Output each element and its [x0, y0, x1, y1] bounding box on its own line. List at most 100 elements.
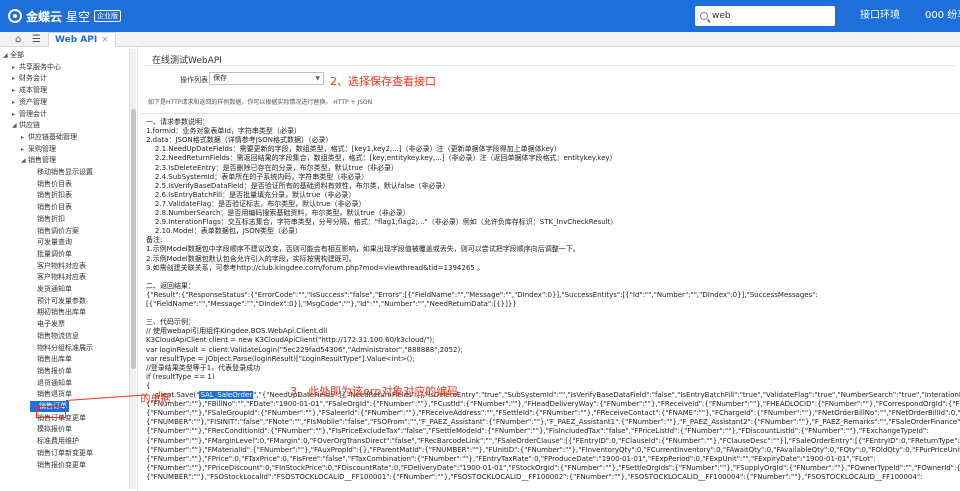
sidebar-item[interactable]: 电子发票	[30, 319, 65, 330]
doc-line: 二、返回结果：	[146, 281, 195, 290]
operation-select[interactable]: 保存 ▼	[209, 72, 324, 85]
tree-arrow-icon[interactable]: ▸	[12, 73, 19, 84]
sidebar-item[interactable]: 销售报价变更单	[30, 460, 86, 471]
sidebar-item[interactable]: 发货通知单	[30, 284, 72, 295]
sidebar-item-label: 标准费用维护	[37, 437, 79, 446]
sidebar-item[interactable]: 销售退货单	[30, 389, 72, 400]
doc-line: {"Result":{"ResponseStatus":{"ErrorCode"…	[146, 290, 818, 299]
sidebar-item[interactable]: 销售出库单	[30, 354, 72, 365]
sidebar-item-label: 批量调价单	[37, 249, 72, 258]
sidebar-item[interactable]: 预计可发量参数	[30, 296, 86, 307]
doc-line: 2.9.InterationFlags：交互标志集合，字符串类型，分号分隔，格式…	[146, 218, 618, 227]
tree-arrow-icon[interactable]: ▸	[21, 132, 28, 143]
sidebar-item-label: 供应链基础管理	[28, 132, 77, 141]
sidebar-item-label: 预计可发量参数	[37, 296, 86, 305]
sidebar-item-label: 采购管理	[28, 144, 56, 153]
tree-arrow-icon[interactable]: ◢	[21, 155, 28, 166]
tree-arrow-icon[interactable]: ▸	[21, 144, 28, 155]
sidebar-item[interactable]: 销售折扣	[30, 214, 65, 225]
sidebar-item[interactable]: 移动销售显示设置	[30, 167, 93, 178]
doc-line: {"FNUMBER":""},"FSOStockLocalId":"FSOSTO…	[146, 472, 923, 481]
doc-line: 2.4.SubSystemId：表单所在的子系统内码，字符串类型（非必录）	[146, 172, 369, 181]
close-icon[interactable]: ×	[101, 35, 109, 45]
chevron-down-icon: ▼	[315, 75, 320, 82]
sidebar-item-label: 财务会计	[19, 74, 47, 83]
org-link[interactable]: 000 纷享	[925, 0, 960, 32]
doc-line: 1.示例Model数据包中字段顺序不建议改变，否则可能会有相互影响，如果出现字段…	[146, 245, 580, 254]
sidebar-item[interactable]: 销售价目表	[30, 179, 72, 190]
doc-line: 2.data：JSON格式数据（详情参考JSON格式数据）（必录）	[146, 136, 333, 145]
sidebar-item[interactable]: 销售折扣表	[30, 190, 72, 201]
doc-line: {"FNumber":""},"FMarginLevel":0,"FMargin…	[146, 436, 960, 445]
sidebar-item-label: 销售物流信息	[37, 331, 79, 340]
search-icon	[700, 12, 708, 20]
sidebar-item-label: 资产管理	[19, 97, 47, 106]
doc-line: {"FNumber":""},"FBillNo":"","FDate":"190…	[146, 400, 960, 409]
doc-line: {"FNumber":""},"FPrice":0,"FTaxPrice":0,…	[146, 454, 876, 463]
sidebar-item-label: 供应链	[19, 121, 40, 130]
logo-sub: 星空	[66, 9, 91, 24]
doc-line: 2.8.NumberSearch：是否用编码搜索基础资料，布尔类型，默认true…	[146, 209, 410, 217]
sidebar-item[interactable]: ◢ 供应链	[12, 120, 40, 131]
doc-line: [{"FieldName":"","Message":"","DIndex":0…	[146, 300, 517, 308]
sidebar-item[interactable]: 退货通知单	[30, 378, 72, 389]
interface-env-link[interactable]: 接口环境	[860, 0, 900, 32]
tree-arrow-icon[interactable]: ▸	[12, 62, 19, 73]
sidebar-item[interactable]: 客户物料对应表	[30, 261, 86, 272]
top-bar: 金蝶云 星空 企业版 web 接口环境 000 纷享	[0, 0, 960, 32]
tab-web-api[interactable]: Web API ×	[48, 32, 116, 47]
doc-line: 一、请求参数说明：	[146, 118, 209, 126]
sidebar-item-label: 可发量查询	[37, 238, 72, 247]
sidebar-item[interactable]: 销售物流信息	[30, 331, 79, 342]
tree-arrow-icon[interactable]: ◢	[12, 120, 19, 131]
sample-note: 如下是HTTP请求和返回的样例数据，你可以根据实际情况进行替换。 HTTP + …	[148, 99, 373, 106]
sidebar-item[interactable]: 销售订单新变更单	[30, 448, 93, 459]
sidebar-scrollbar[interactable]	[129, 49, 136, 489]
sidebar-item-label: 销售报价单	[37, 366, 72, 375]
sidebar-item[interactable]: ◢ 全部	[3, 50, 24, 61]
sidebar-item[interactable]: 客户物料对应表	[30, 272, 86, 283]
menu-icon[interactable]: ☰	[32, 34, 41, 45]
tree-arrow-icon[interactable]: ◢	[3, 50, 10, 61]
sidebar-item-label: 销售出库单	[37, 355, 72, 364]
sidebar-item[interactable]: ▸ 管理会计	[12, 109, 47, 120]
sidebar-item-label: 移动销售显示设置	[37, 168, 93, 176]
doc-line: 2.5.IsVerifyBaseDataField：是否验证所有的基础资料有效性…	[146, 181, 450, 190]
divider	[144, 65, 956, 66]
sidebar-item-label: 销售报价变更单	[37, 460, 86, 469]
tree-arrow-icon[interactable]: ▸	[12, 85, 19, 96]
selected-bill-highlight	[36, 406, 66, 418]
sidebar-item[interactable]: ▸ 共享服务中心	[12, 62, 61, 73]
doc-line: 三、代码示例：	[146, 318, 195, 327]
tree-arrow-icon[interactable]: ▸	[12, 97, 19, 108]
sidebar-item[interactable]: 标准费用维护	[30, 436, 79, 447]
operation-value: 保存	[213, 74, 227, 82]
sidebar-item[interactable]: 可发量查询	[30, 237, 72, 248]
sidebar-item[interactable]: ▸ 财务会计	[12, 73, 47, 84]
sidebar-scroll-thumb[interactable]	[131, 109, 136, 369]
form-id-highlight[interactable]: SAL_SaleOrder	[199, 391, 254, 399]
doc-line: client.Save("SAL_SaleOrder","{"NeedUpDat…	[146, 391, 960, 400]
logo-main: 金蝶云	[26, 9, 63, 24]
sidebar-item[interactable]: 销售报价单	[30, 366, 72, 377]
logo[interactable]: 金蝶云 星空 企业版	[8, 5, 122, 27]
sidebar-item[interactable]: ▸ 采购管理	[21, 144, 56, 155]
sidebar-item[interactable]: 模拟报价单	[30, 424, 72, 435]
sidebar-item-label: 退货通知单	[37, 378, 72, 387]
sidebar-item[interactable]: 批量调价单	[30, 249, 72, 260]
search-input[interactable]: web	[695, 6, 835, 26]
annotation-step-2: 2、选择保存查看接口	[330, 75, 436, 88]
sidebar-item[interactable]: 销售价目表	[30, 202, 72, 213]
sidebar-item[interactable]: 物料分组标准展示	[30, 343, 93, 354]
sidebar-item[interactable]: ◢ 销售管理	[21, 155, 56, 166]
sidebar-item[interactable]: 期初销售出库单	[30, 307, 86, 318]
sidebar-item[interactable]: ▸ 资产管理	[12, 97, 47, 108]
tree-arrow-icon[interactable]: ▸	[12, 109, 19, 120]
sidebar-item[interactable]: 销售调价方案	[30, 226, 79, 237]
sidebar-item[interactable]: ▸ 供应链基础管理	[21, 132, 77, 143]
tab-label: Web API	[55, 35, 98, 45]
sidebar-item[interactable]: ▸ 成本管理	[12, 85, 47, 96]
tab-bar: ⌂ ☰ Web API ×	[0, 32, 960, 47]
edition-badge: 企业版	[94, 10, 122, 22]
home-icon[interactable]: ⌂	[15, 34, 21, 45]
